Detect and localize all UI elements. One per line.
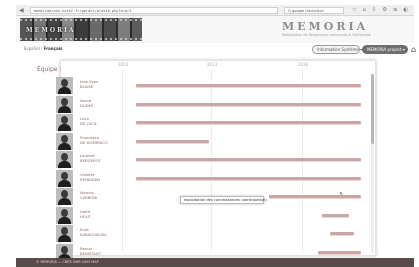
address-bar[interactable]: memoriaprose.safe2.fr/gerant/prosib.php?… — [30, 7, 278, 14]
member-last-name: DE LUCA — [80, 121, 97, 126]
participation-bar[interactable] — [136, 158, 362, 161]
member-name[interactable]: Hafid HOUT — [80, 209, 91, 219]
participation-bar[interactable] — [136, 102, 362, 106]
member-last-name: RENAUDIN — [80, 176, 101, 182]
toolbar-icons[interactable]: ☆ ⌂ ⇩ ⚙ ≡ ◐ — [352, 6, 412, 15]
home-icon[interactable]: ⌂ — [411, 45, 419, 54]
footer-text: © MEMORIA — CNRS UMR 3495 MAP — [36, 260, 99, 264]
film-strip-banner: MEMORIA — [20, 18, 142, 41]
member-first-name: Hafid — [80, 208, 90, 214]
member-photo[interactable] — [56, 95, 73, 113]
member-photo[interactable] — [56, 169, 73, 187]
participation-bar[interactable] — [136, 121, 362, 124]
banner-logo[interactable]: MEMORIA — [26, 27, 76, 34]
participation-bar[interactable] — [136, 84, 362, 87]
year-tick: 2013 — [207, 62, 218, 67]
member-last-name: BERGEROT — [80, 158, 101, 163]
team-label: Équipe : — [37, 66, 62, 73]
participation-bar[interactable] — [329, 232, 354, 235]
member-name[interactable]: Jean-Yves BLAISE — [80, 79, 98, 89]
browser-search-input[interactable]: Q google traduction — [284, 7, 344, 14]
site-subtitle: Mobilisation de Ressources communes à l'… — [282, 33, 371, 37]
site-header: MEMORIA MEMORIA Mobilisation de Ressourc… — [16, 16, 414, 43]
language-option-fr[interactable]: Français — [44, 46, 63, 51]
language-switcher: Español | Français — [24, 46, 62, 51]
participation-bar[interactable] — [269, 195, 362, 198]
bar-tooltip: exploitation des connaissances (particip… — [180, 196, 267, 204]
member-name[interactable]: Eloïs KARAOUALISU — [80, 227, 107, 237]
participation-bar[interactable] — [136, 139, 209, 143]
participation-bar[interactable] — [136, 176, 362, 180]
member-name[interactable]: Violette RENAUDIN — [80, 172, 100, 182]
member-last-name: BÉNISTANT — [80, 250, 102, 256]
member-last-name: CARBONI — [80, 195, 98, 200]
member-photo[interactable] — [56, 77, 73, 94]
site-footer: © MEMORIA — CNRS UMR 3495 MAP — [16, 258, 414, 267]
member-name[interactable]: Nicolas CARBONI — [80, 190, 97, 200]
member-last-name: HOUT — [80, 213, 91, 219]
member-name[interactable]: Francesca DE DOMENICO — [80, 135, 108, 145]
member-last-name: KARAOUALISU — [80, 232, 107, 237]
participation-bar[interactable] — [322, 213, 350, 217]
browser-toolbar: ◀ memoriaprose.safe2.fr/gerant/prosib.ph… — [16, 5, 414, 16]
year-tick: 2016 — [298, 62, 309, 67]
year-gridline — [211, 70, 212, 252]
member-photo[interactable] — [56, 206, 73, 224]
sub-navigation: Español | Français Information Système ▾… — [16, 44, 416, 55]
member-name[interactable]: Pascal BÉNISTANT — [80, 246, 101, 256]
participation-bar[interactable] — [317, 250, 362, 254]
member-name[interactable]: Iwona DUDEK — [80, 98, 94, 108]
member-photo[interactable] — [56, 225, 73, 242]
member-photo[interactable] — [56, 151, 73, 168]
member-photo[interactable] — [56, 132, 73, 150]
timeline-scrollbar[interactable] — [371, 74, 374, 252]
member-last-name: DUDEK — [80, 102, 94, 108]
site-title: MEMORIA — [282, 20, 369, 33]
member-last-name: BLAISE — [80, 84, 94, 89]
member-photo[interactable] — [56, 188, 73, 205]
member-name[interactable]: Livio DE LUCA — [80, 116, 96, 126]
year-gridline — [302, 70, 303, 252]
member-last-name: DE DOMENICO — [80, 139, 108, 145]
scrollbar-thumb[interactable] — [371, 74, 374, 144]
member-photo[interactable] — [56, 114, 73, 131]
year-gridline — [122, 70, 123, 252]
year-tick: 2010 — [118, 62, 129, 67]
information-system-button[interactable]: Information Système ▾ — [312, 45, 362, 54]
member-name[interactable]: Laurent BERGEROT — [80, 153, 101, 163]
back-icon[interactable]: ◀ — [19, 7, 27, 14]
memoria-project-button[interactable]: MEMORIA project ▾ — [362, 45, 408, 54]
language-option-es[interactable]: Español | — [24, 46, 42, 51]
